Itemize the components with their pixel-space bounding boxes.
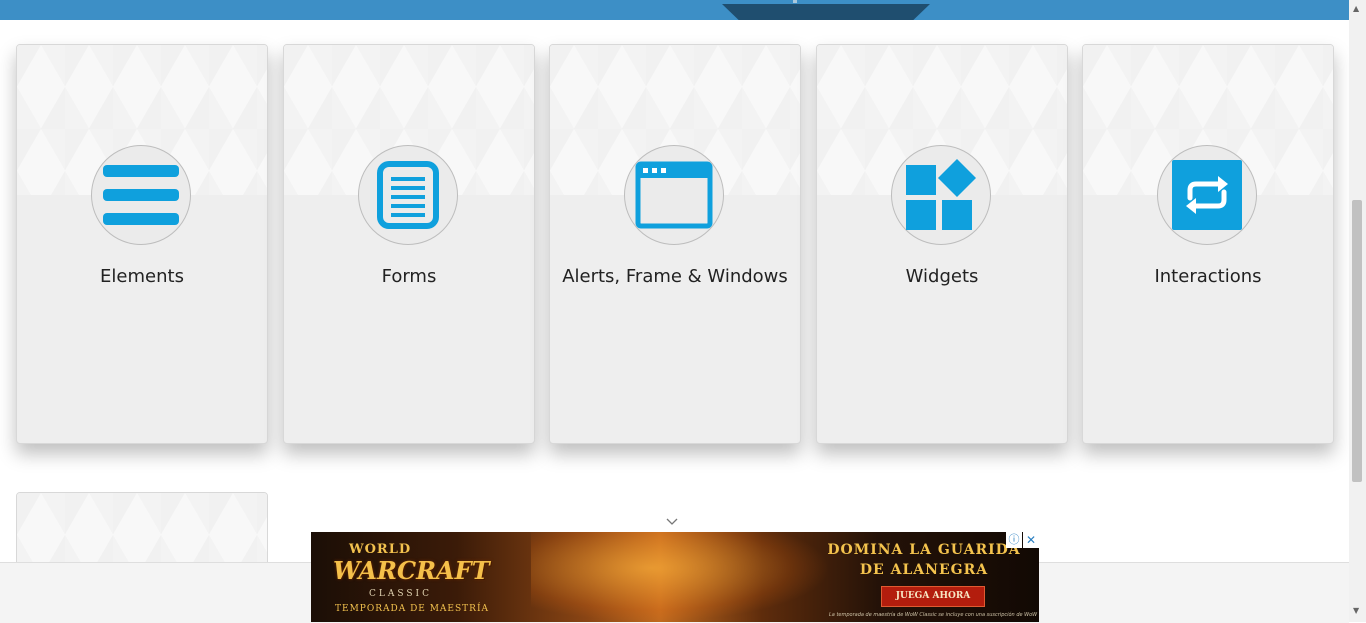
card-title: Widgets [905, 266, 979, 287]
scroll-up-icon[interactable]: ▲ [1353, 4, 1359, 13]
ad-artwork [531, 532, 831, 622]
card-elements[interactable]: Elements [16, 44, 268, 444]
card-icon-circle [91, 145, 191, 245]
top-header-bar [0, 0, 1349, 20]
card-icon-circle [624, 145, 724, 245]
ad-close-icon[interactable]: ✕ [1023, 532, 1039, 548]
ad-headline: DOMINA LA GUARIDA DE ALANEGRA [827, 542, 1021, 578]
widgets-blocks-icon [906, 159, 976, 230]
ad-tagline: TEMPORADA DE MAESTRÍA [335, 604, 490, 614]
ad-info-icon[interactable]: ⓘ [1006, 532, 1022, 548]
header-tab-indicator [793, 0, 797, 3]
ad-logo-warcraft: WARCRAFT [333, 556, 490, 585]
card-icon-circle [891, 145, 991, 245]
card-icon-circle [358, 145, 458, 245]
card-title: Elements [100, 266, 184, 287]
ad-fine-print: La temporada de maestría de WoW Classic … [829, 612, 1038, 618]
card-title: Alerts, Frame & Windows [562, 266, 788, 287]
card-icon-circle [1157, 145, 1257, 245]
hamburger-menu-icon [103, 165, 179, 225]
document-list-icon [377, 161, 439, 229]
card-alerts-frame-windows[interactable]: Alerts, Frame & Windows [549, 44, 801, 444]
card-title: Forms [381, 266, 437, 287]
card-widgets[interactable]: Widgets [816, 44, 1068, 444]
card-interactions[interactable]: Interactions [1082, 44, 1334, 444]
card-title: Interactions [1154, 266, 1262, 287]
advertisement-banner[interactable]: WORLD WARCRAFT CLASSIC TEMPORADA DE MAES… [311, 532, 1039, 622]
vertical-scrollbar[interactable]: ▲ ▼ [1349, 0, 1366, 622]
repeat-arrows-icon [1172, 160, 1242, 230]
scrollbar-thumb[interactable] [1352, 200, 1362, 482]
browser-window-icon [635, 161, 713, 229]
ad-cta-button[interactable]: JUEGA AHORA [881, 586, 985, 607]
header-active-tab[interactable] [722, 4, 930, 20]
chevron-down-icon[interactable] [666, 517, 678, 527]
scroll-down-icon[interactable]: ▼ [1353, 606, 1359, 615]
card-forms[interactable]: Forms [283, 44, 535, 444]
ad-logo-world: WORLD [349, 542, 412, 557]
ad-logo-classic: CLASSIC [369, 589, 432, 599]
